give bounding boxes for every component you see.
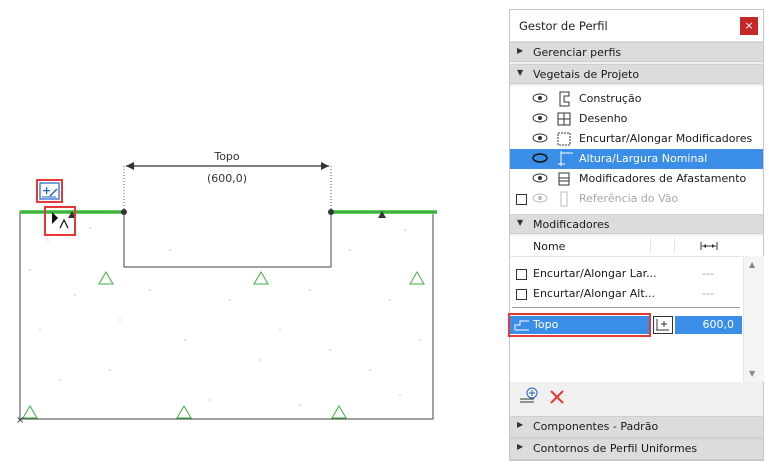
close-button[interactable]: × bbox=[740, 17, 758, 35]
panel-title: Gestor de Perfil bbox=[519, 19, 608, 33]
eye-icon[interactable] bbox=[532, 172, 548, 184]
dimension-label: Topo bbox=[213, 150, 240, 163]
add-modifier-tool-icon[interactable]: + bbox=[36, 179, 63, 203]
svg-text:+: + bbox=[42, 184, 51, 197]
layer-row-construction[interactable]: Construção bbox=[510, 89, 763, 109]
construction-icon bbox=[559, 91, 570, 107]
visibility-checkbox[interactable] bbox=[516, 194, 527, 205]
fill-pattern bbox=[29, 227, 421, 406]
selection-highlight-box bbox=[508, 313, 651, 337]
grid-scrollbar[interactable]: ▲ ▼ bbox=[743, 256, 764, 382]
drawing-icon bbox=[557, 112, 571, 126]
eye-icon[interactable] bbox=[532, 192, 548, 204]
scroll-up-icon[interactable]: ▲ bbox=[749, 260, 755, 269]
profile-manager-panel: Gestor de Perfil × ▶ Gerenciar perfis ▼ … bbox=[508, 9, 764, 461]
layer-row-drawing[interactable]: Desenho bbox=[510, 109, 763, 129]
modifier-row[interactable]: Encurtar/Alongar Lar... --- bbox=[510, 264, 742, 284]
layers-list: Construção Desenho Encurtar/Alongar Modi… bbox=[510, 86, 763, 214]
layer-row-opening-reference[interactable]: Referência do Vão bbox=[510, 189, 763, 209]
modifier-checkbox[interactable] bbox=[516, 289, 527, 300]
modifier-type-button[interactable] bbox=[653, 316, 673, 334]
modifier-row[interactable]: Encurtar/Alongar Alt... --- bbox=[510, 284, 742, 304]
modifiers-grid: Nome Encurtar/Alongar Lar... --- Encurta… bbox=[510, 236, 764, 382]
expand-arrow-icon: ▶ bbox=[517, 46, 524, 55]
section-manage-profiles[interactable]: ▶ Gerenciar perfis bbox=[510, 42, 763, 62]
value-column-icon bbox=[700, 242, 718, 250]
delete-modifier-button[interactable] bbox=[549, 389, 565, 405]
panel-titlebar[interactable]: Gestor de Perfil × bbox=[510, 10, 763, 42]
layer-row-stretch-modifiers[interactable]: Encurtar/Alongar Modificadores bbox=[510, 129, 763, 149]
drawing-canvas[interactable]: Topo (600,0) × + bbox=[0, 0, 505, 466]
dimension-value: (600,0) bbox=[207, 172, 247, 185]
eye-closed-icon[interactable] bbox=[532, 152, 548, 164]
eye-icon[interactable] bbox=[532, 112, 548, 124]
modifier-value-field[interactable]: 600,0 bbox=[675, 316, 742, 334]
nominal-size-icon bbox=[558, 151, 573, 166]
section-modifiers[interactable]: ▼ Modificadores bbox=[510, 214, 763, 234]
grid-header: Nome bbox=[510, 236, 742, 257]
expand-arrow-icon: ▶ bbox=[517, 442, 524, 451]
add-modifier-button[interactable] bbox=[519, 387, 539, 405]
add-dimension-icon bbox=[656, 319, 669, 331]
stretch-modifier-icon bbox=[557, 132, 571, 146]
eye-icon[interactable] bbox=[532, 92, 548, 104]
scroll-down-icon[interactable]: ▼ bbox=[749, 369, 755, 378]
section-layers[interactable]: ▼ Vegetais de Projeto bbox=[510, 64, 763, 84]
collapse-arrow-icon: ▼ bbox=[517, 68, 524, 77]
offset-modifier-icon bbox=[558, 172, 570, 186]
eye-icon[interactable] bbox=[532, 132, 548, 144]
svg-text:×: × bbox=[16, 415, 24, 426]
opening-reference-icon bbox=[560, 191, 568, 207]
layer-row-nominal-size[interactable]: Altura/Largura Nominal bbox=[510, 149, 763, 169]
collapse-arrow-icon: ▼ bbox=[517, 218, 524, 227]
layer-row-offset-modifiers[interactable]: Modificadores de Afastamento bbox=[510, 169, 763, 189]
section-contours[interactable]: ▶ Contornos de Perfil Uniformes bbox=[510, 438, 763, 460]
expand-arrow-icon: ▶ bbox=[517, 420, 524, 429]
profile-outline bbox=[19, 211, 434, 420]
section-components[interactable]: ▶ Componentes - Padrão bbox=[510, 416, 763, 438]
hotspot-markers bbox=[22, 271, 425, 419]
modifier-checkbox[interactable] bbox=[516, 269, 527, 280]
